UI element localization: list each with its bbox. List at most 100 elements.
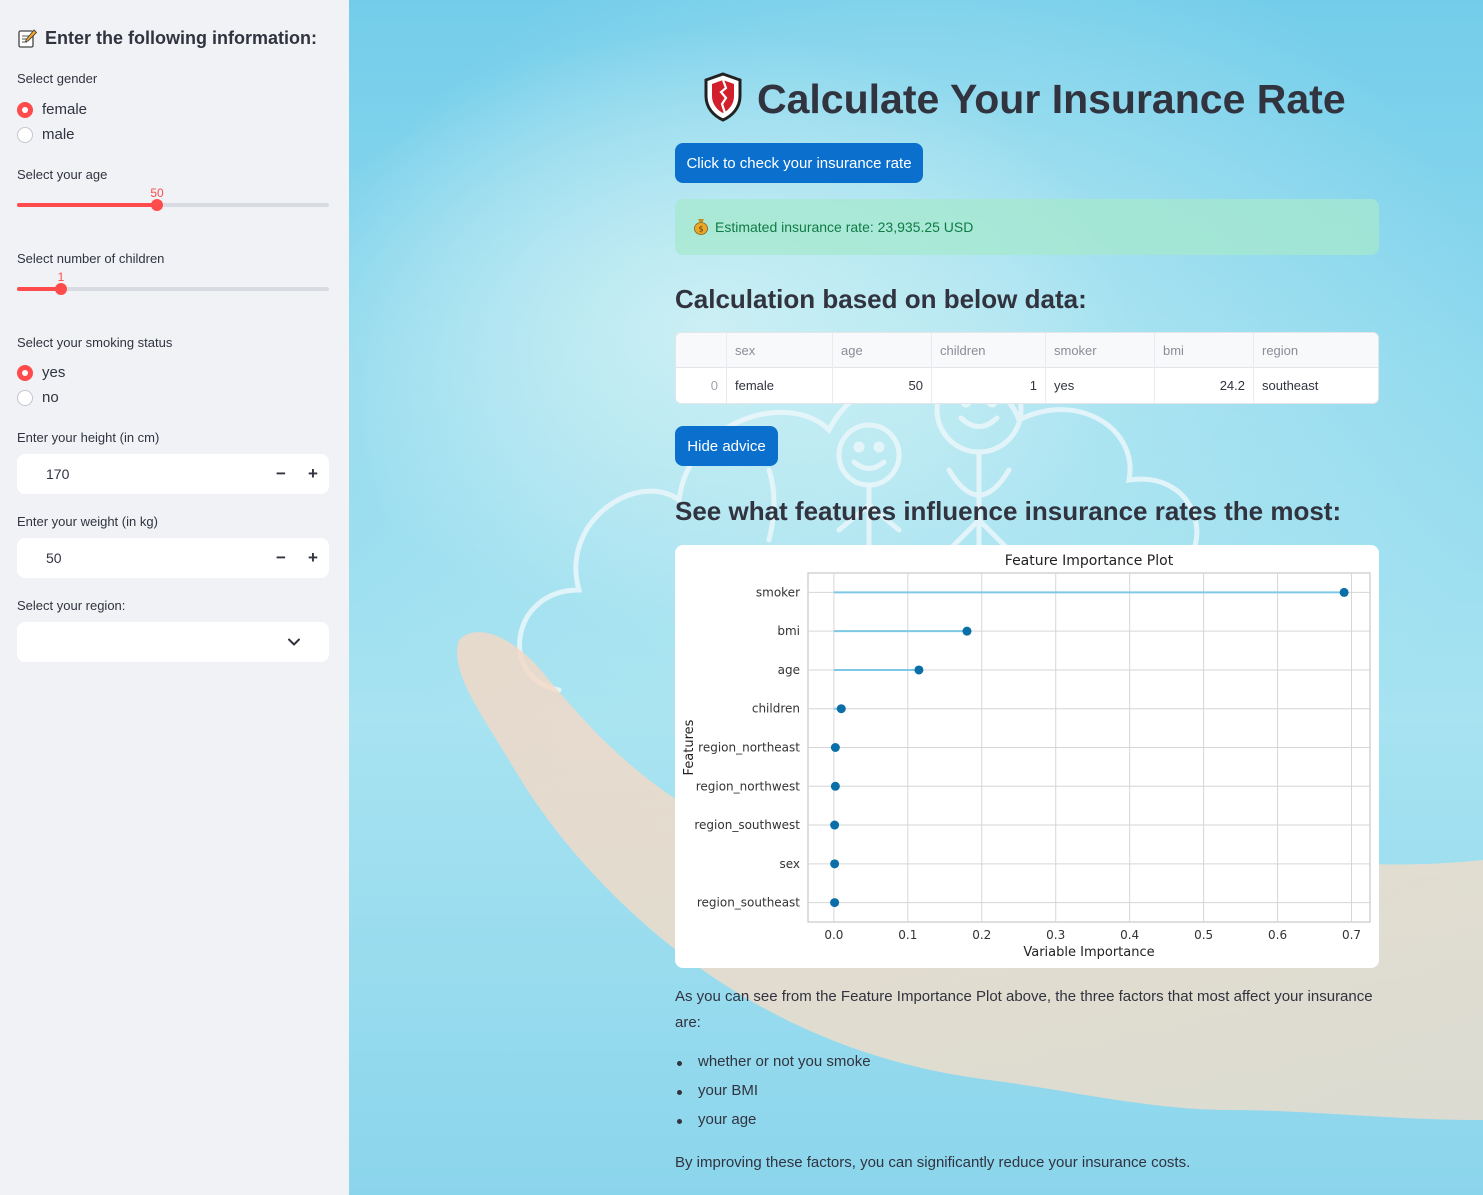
table-cell[interactable]: southeast	[1254, 368, 1378, 403]
sidebar: Enter the following information: Select …	[0, 0, 349, 1195]
region-select[interactable]	[17, 622, 329, 662]
smoking-option-label: yes	[42, 364, 66, 381]
estimate-alert: $ Estimated insurance rate: 23,935.25 US…	[675, 199, 1379, 255]
gender-option-female[interactable]: female	[17, 101, 87, 118]
height-label: Enter your height (in cm)	[17, 430, 160, 445]
smoking-label: Select your smoking status	[17, 335, 173, 350]
slider-fill	[17, 203, 157, 207]
x-tick-label: 0.4	[1120, 928, 1139, 942]
radio-unselected[interactable]	[17, 389, 33, 406]
check-rate-button[interactable]: Click to check your insurance rate	[675, 143, 923, 183]
table-header-cell[interactable]: region	[1254, 333, 1378, 368]
x-tick-label: 0.5	[1194, 928, 1213, 942]
advice-conclusion: By improving these factors, you can sign…	[675, 1154, 1191, 1171]
page-title: Calculate Your Insurance Rate	[703, 72, 1346, 127]
weight-label: Enter your weight (in kg)	[17, 514, 158, 529]
sidebar-title: Enter the following information:	[17, 28, 317, 49]
age-slider[interactable]: 50	[17, 186, 329, 216]
x-axis-label: Variable Importance	[1023, 945, 1154, 960]
x-tick-label: 0.7	[1342, 928, 1361, 942]
table-cell[interactable]: female	[727, 368, 833, 403]
smoking-option-label: no	[42, 389, 59, 406]
slider-value: 1	[57, 270, 65, 284]
table-header-row: sex age children smoker bmi region	[676, 333, 1378, 368]
y-axis-label: Features	[682, 719, 697, 775]
table-header-cell[interactable]: smoker	[1046, 333, 1155, 368]
data-point	[962, 626, 972, 636]
chart-title: Feature Importance Plot	[1005, 553, 1174, 569]
chart-svg: 0.0 0.1 0.2 0.3 0.4 0.5 0.6 0.7 smoker bmi age chil…	[682, 553, 1371, 960]
shield-icon	[703, 72, 743, 127]
smoking-option-yes[interactable]: yes	[17, 364, 65, 381]
y-tick-label: smoker	[756, 585, 800, 599]
children-label: Select number of children	[17, 251, 165, 266]
table-row: 0 female 50 1 yes 24.2 southeast	[676, 368, 1378, 403]
radio-unselected[interactable]	[17, 126, 33, 143]
estimate-text: Estimated insurance rate: 23,935.25 USD	[715, 219, 974, 235]
data-point	[830, 898, 840, 908]
region-label: Select your region:	[17, 598, 126, 613]
height-input[interactable]: 170 − +	[17, 454, 329, 494]
radio-selected[interactable]	[17, 101, 33, 118]
y-tick-label: sex	[779, 857, 800, 871]
table-header-cell[interactable]: sex	[727, 333, 833, 368]
y-tick-label: region_southwest	[694, 818, 800, 832]
list-item: your BMI	[675, 1082, 758, 1099]
table-header-cell[interactable]: children	[932, 333, 1046, 368]
table-header-cell[interactable]: bmi	[1155, 333, 1254, 368]
data-point	[836, 704, 846, 714]
smoking-option-no[interactable]: no	[17, 389, 59, 406]
x-tick-label: 0.6	[1268, 928, 1287, 942]
sidebar-title-text: Enter the following information:	[45, 28, 317, 48]
data-point	[1339, 587, 1349, 597]
height-value[interactable]: 170	[17, 466, 265, 482]
page-title-text: Calculate Your Insurance Rate	[757, 76, 1346, 122]
svg-text:$: $	[698, 224, 703, 233]
height-decrement-button[interactable]: −	[265, 454, 297, 494]
weight-increment-button[interactable]: +	[297, 538, 329, 578]
weight-value[interactable]: 50	[17, 550, 265, 566]
gender-label: Select gender	[17, 71, 98, 86]
age-label: Select your age	[17, 167, 108, 182]
gender-option-label: female	[42, 101, 88, 118]
table-cell[interactable]: 50	[833, 368, 932, 403]
y-tick-label: region_southeast	[697, 896, 800, 910]
list-item: whether or not you smoke	[675, 1053, 871, 1070]
y-tick-label: bmi	[777, 624, 800, 638]
y-tick-label: region_northeast	[698, 741, 800, 755]
slider-thumb[interactable]	[55, 283, 67, 295]
gender-option-male[interactable]: male	[17, 126, 75, 143]
x-tick-label: 0.3	[1046, 928, 1065, 942]
table-header-cell[interactable]: age	[833, 333, 932, 368]
slider-thumb[interactable]	[151, 199, 163, 211]
main-content: Calculate Your Insurance Rate Click to c…	[349, 0, 1483, 1195]
radio-selected[interactable]	[17, 364, 33, 381]
data-point	[830, 743, 840, 752]
x-tick-label: 0.0	[824, 928, 843, 942]
advice-paragraph: As you can see from the Feature Importan…	[675, 988, 1373, 1031]
features-heading: See what features influence insurance ra…	[675, 496, 1342, 526]
input-data-table[interactable]: sex age children smoker bmi region 0 fem…	[675, 332, 1379, 404]
gender-option-label: male	[42, 126, 75, 143]
chevron-down-icon[interactable]	[287, 635, 301, 649]
y-tick-label: children	[752, 702, 800, 716]
weight-decrement-button[interactable]: −	[265, 538, 297, 578]
memo-icon	[17, 28, 38, 49]
table-cell[interactable]: yes	[1046, 368, 1155, 403]
table-index-cell: 0	[676, 368, 727, 403]
data-point	[830, 859, 840, 869]
data-heading: Calculation based on below data:	[675, 284, 1087, 314]
feature-importance-chart: 0.0 0.1 0.2 0.3 0.4 0.5 0.6 0.7 smoker bmi age chil…	[675, 545, 1379, 968]
x-tick-label: 0.1	[898, 928, 917, 942]
table-cell[interactable]: 1	[932, 368, 1046, 403]
y-tick-label: region_northwest	[696, 779, 801, 793]
height-increment-button[interactable]: +	[297, 454, 329, 494]
weight-input[interactable]: 50 − +	[17, 538, 329, 578]
slider-value: 50	[150, 186, 164, 200]
hide-advice-button[interactable]: Hide advice	[675, 426, 778, 466]
children-slider[interactable]: 1	[17, 270, 329, 300]
data-point	[914, 665, 924, 675]
data-point	[830, 820, 840, 830]
table-cell[interactable]: 24.2	[1155, 368, 1254, 403]
data-point	[830, 781, 840, 791]
